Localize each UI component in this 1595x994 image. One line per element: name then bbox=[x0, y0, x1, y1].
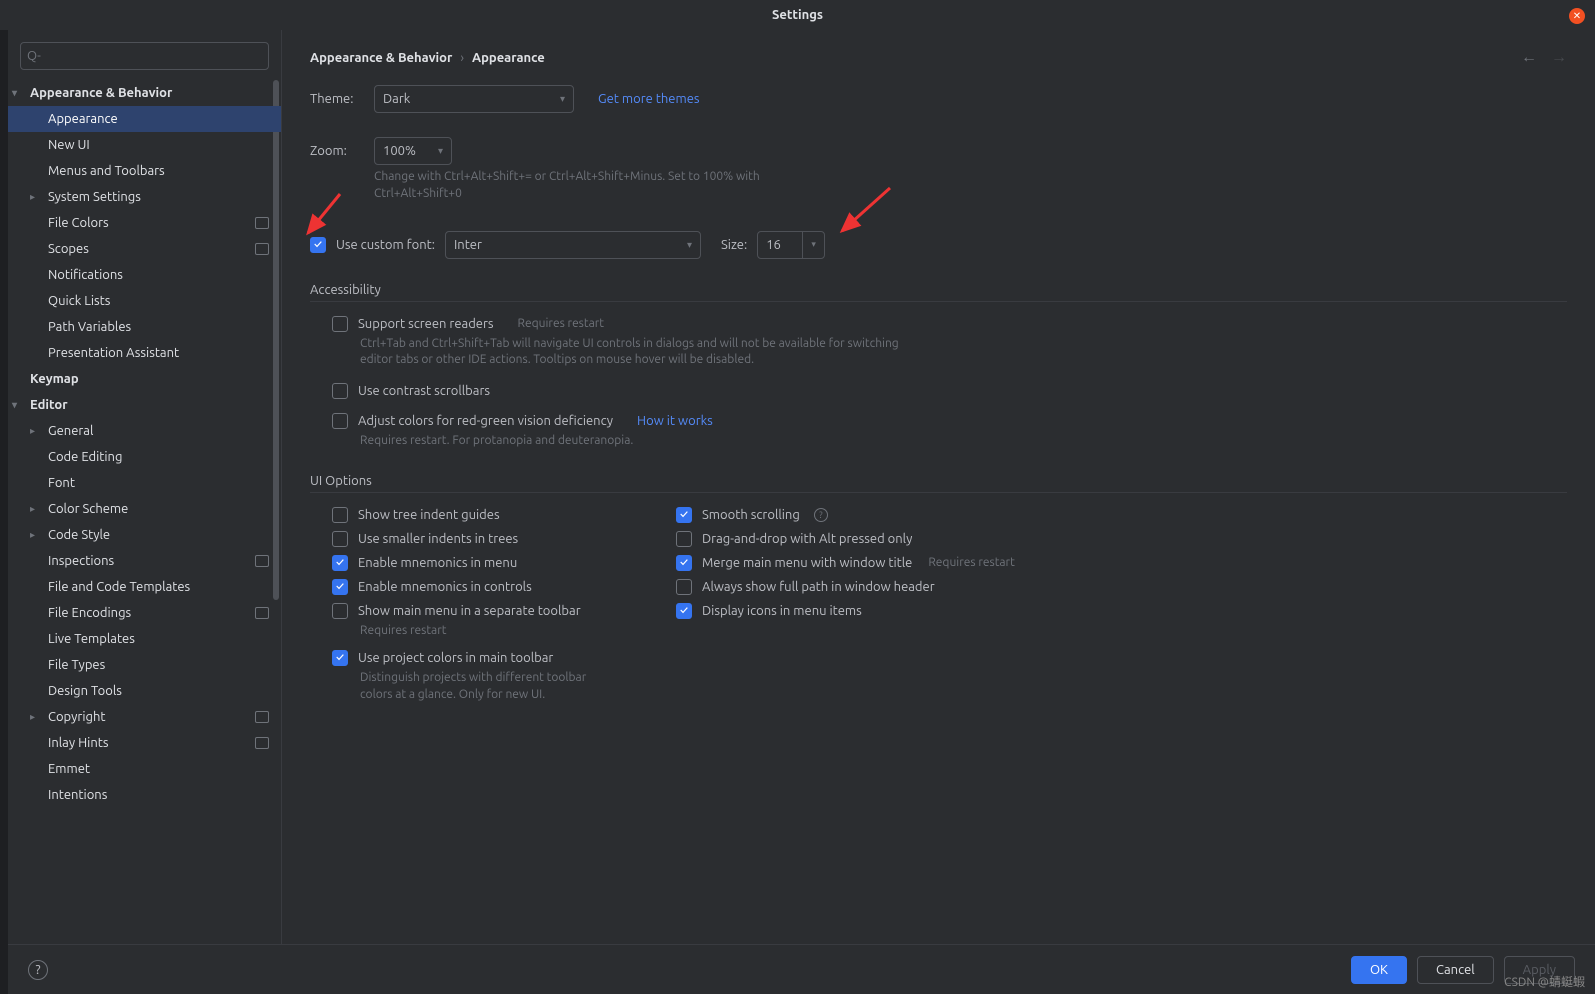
sidebar-item[interactable]: Live Templates bbox=[8, 626, 281, 652]
option-checkbox[interactable] bbox=[676, 507, 692, 523]
sidebar-item[interactable]: File Encodings bbox=[8, 600, 281, 626]
scope-badge-icon bbox=[255, 243, 269, 255]
scope-badge-icon bbox=[255, 737, 269, 749]
sidebar-item[interactable]: ▸System Settings bbox=[8, 184, 281, 210]
settings-tree[interactable]: ▾Appearance & BehaviorAppearanceNew UIMe… bbox=[8, 76, 281, 944]
option-checkbox[interactable] bbox=[676, 579, 692, 595]
sidebar-item[interactable]: Code Editing bbox=[8, 444, 281, 470]
chevron-down-icon: ▾ bbox=[687, 239, 692, 251]
sidebar-item[interactable]: Intentions bbox=[8, 782, 281, 808]
chevron-down-icon: ▾ bbox=[12, 399, 17, 411]
screen-readers-checkbox[interactable] bbox=[332, 316, 348, 332]
option-checkbox[interactable] bbox=[332, 579, 348, 595]
chevron-down-icon: ▾ bbox=[12, 87, 17, 99]
sidebar-item[interactable]: File and Code Templates bbox=[8, 574, 281, 600]
sidebar: Q- ▾Appearance & BehaviorAppearanceNew U… bbox=[8, 30, 282, 944]
accessibility-title: Accessibility bbox=[310, 283, 1567, 297]
chevron-right-icon: ▸ bbox=[30, 425, 35, 437]
sidebar-item[interactable]: Design Tools bbox=[8, 678, 281, 704]
scope-badge-icon bbox=[255, 217, 269, 229]
sidebar-item[interactable]: Quick Lists bbox=[8, 288, 281, 314]
option-checkbox[interactable] bbox=[676, 555, 692, 571]
custom-font-select[interactable]: Inter▾ bbox=[445, 231, 701, 259]
dialog-footer: ? OK Cancel Apply bbox=[8, 944, 1595, 994]
search-icon: Q- bbox=[27, 49, 41, 63]
titlebar: Settings ✕ bbox=[0, 0, 1595, 30]
chevron-right-icon: ▸ bbox=[30, 191, 35, 203]
watermark: CSDN @蜻蜓蝦 bbox=[1504, 973, 1585, 990]
chevron-right-icon: ▸ bbox=[30, 529, 35, 541]
theme-select[interactable]: Dark▾ bbox=[374, 85, 574, 113]
sidebar-item[interactable]: ▸Color Scheme bbox=[8, 496, 281, 522]
custom-font-label: Use custom font: bbox=[336, 238, 435, 252]
sidebar-item[interactable]: Inspections bbox=[8, 548, 281, 574]
ok-button[interactable]: OK bbox=[1351, 956, 1407, 984]
sidebar-item[interactable]: ▸General bbox=[8, 418, 281, 444]
option-checkbox[interactable] bbox=[332, 507, 348, 523]
color-deficiency-checkbox[interactable] bbox=[332, 413, 348, 429]
zoom-hint: Change with Ctrl+Alt+Shift+= or Ctrl+Alt… bbox=[374, 169, 834, 203]
zoom-label: Zoom: bbox=[310, 144, 364, 158]
scope-badge-icon bbox=[255, 607, 269, 619]
font-size-label: Size: bbox=[721, 238, 747, 252]
zoom-select[interactable]: 100%▾ bbox=[374, 137, 452, 165]
sidebar-item[interactable]: Menus and Toolbars bbox=[8, 158, 281, 184]
sidebar-item[interactable]: Font bbox=[8, 470, 281, 496]
sidebar-item[interactable]: Presentation Assistant bbox=[8, 340, 281, 366]
sidebar-item[interactable]: File Colors bbox=[8, 210, 281, 236]
sidebar-item[interactable]: Emmet bbox=[8, 756, 281, 782]
sidebar-item[interactable]: New UI bbox=[8, 132, 281, 158]
custom-font-checkbox[interactable] bbox=[310, 237, 326, 253]
forward-icon[interactable]: → bbox=[1551, 48, 1567, 67]
option-checkbox[interactable] bbox=[676, 531, 692, 547]
option-checkbox[interactable] bbox=[332, 531, 348, 547]
settings-content: Appearance & Behavior › Appearance ← → T… bbox=[282, 30, 1595, 944]
sidebar-item[interactable]: Notifications bbox=[8, 262, 281, 288]
ui-options-title: UI Options bbox=[310, 474, 1567, 488]
sidebar-item[interactable]: ▸Code Style bbox=[8, 522, 281, 548]
chevron-down-icon: ▾ bbox=[438, 145, 443, 157]
sidebar-item[interactable]: Appearance bbox=[8, 106, 281, 132]
scope-badge-icon bbox=[255, 711, 269, 723]
chevron-right-icon: ▸ bbox=[30, 503, 35, 515]
close-icon[interactable]: ✕ bbox=[1569, 8, 1585, 24]
sidebar-item[interactable]: File Types bbox=[8, 652, 281, 678]
spinner-icon[interactable]: ▾ bbox=[802, 232, 824, 258]
sidebar-item[interactable]: ▸Copyright bbox=[8, 704, 281, 730]
option-checkbox[interactable] bbox=[332, 650, 348, 666]
breadcrumb: Appearance & Behavior › Appearance bbox=[310, 51, 545, 65]
contrast-scrollbars-checkbox[interactable] bbox=[332, 383, 348, 399]
help-icon[interactable]: ? bbox=[814, 508, 828, 522]
back-icon[interactable]: ← bbox=[1521, 48, 1537, 67]
theme-label: Theme: bbox=[310, 92, 364, 106]
option-checkbox[interactable] bbox=[676, 603, 692, 619]
nav-arrows: ← → bbox=[1521, 48, 1567, 67]
sidebar-item[interactable]: Inlay Hints bbox=[8, 730, 281, 756]
sidebar-item[interactable]: Keymap bbox=[8, 366, 281, 392]
scope-badge-icon bbox=[255, 555, 269, 567]
sidebar-item[interactable]: Scopes bbox=[8, 236, 281, 262]
help-icon[interactable]: ? bbox=[28, 960, 48, 980]
sidebar-item[interactable]: ▾Editor bbox=[8, 392, 281, 418]
option-checkbox[interactable] bbox=[332, 555, 348, 571]
window-title: Settings bbox=[772, 8, 823, 22]
sidebar-item[interactable]: Path Variables bbox=[8, 314, 281, 340]
get-themes-link[interactable]: Get more themes bbox=[598, 92, 700, 106]
chevron-down-icon: ▾ bbox=[560, 93, 565, 105]
search-input[interactable]: Q- bbox=[20, 42, 269, 70]
cancel-button[interactable]: Cancel bbox=[1417, 956, 1494, 984]
sidebar-item[interactable]: ▾Appearance & Behavior bbox=[8, 80, 281, 106]
font-size-input[interactable]: ▾ bbox=[757, 231, 825, 259]
option-checkbox[interactable] bbox=[332, 603, 348, 619]
chevron-right-icon: ▸ bbox=[30, 711, 35, 723]
